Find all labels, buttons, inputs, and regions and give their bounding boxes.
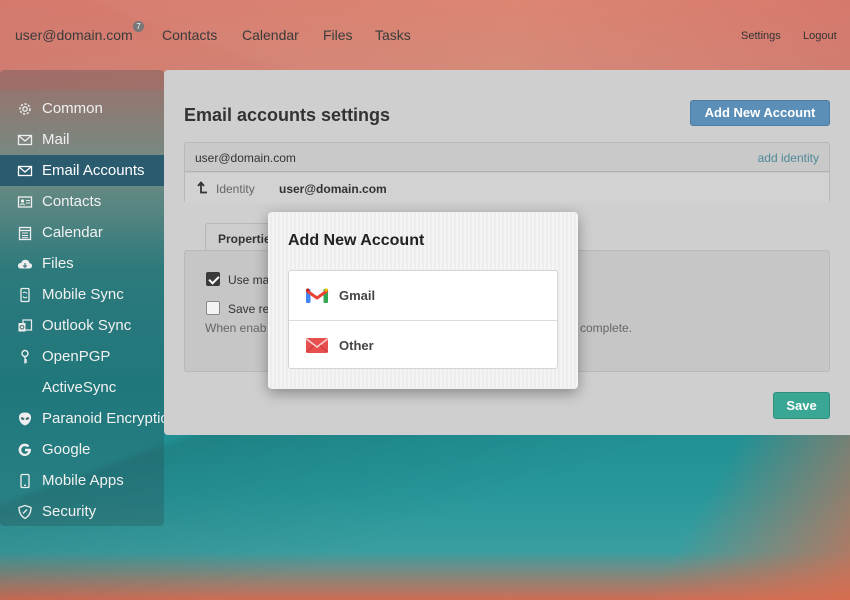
sidebar-item-label: Email Accounts xyxy=(42,162,145,179)
nav-tasks[interactable]: Tasks xyxy=(375,27,411,43)
identity-row[interactable]: Identity user@domain.com xyxy=(185,173,829,203)
sidebar-item-email-accounts[interactable]: Email Accounts xyxy=(0,155,164,186)
gmail-icon xyxy=(305,287,329,303)
save-button[interactable]: Save xyxy=(773,392,830,419)
other-option[interactable]: Other xyxy=(289,320,557,369)
settings-sidebar: Common Mail Email Accounts Contacts Cale… xyxy=(0,70,164,526)
sidebar-item-mobile-apps[interactable]: Mobile Apps xyxy=(0,465,164,496)
add-account-dialog: Add New Account Gmail Other xyxy=(268,212,578,389)
account-row[interactable]: user@domain.com add identity xyxy=(185,143,829,172)
google-icon xyxy=(17,442,33,458)
alien-icon xyxy=(17,411,33,427)
sidebar-item-label: Security xyxy=(42,503,97,520)
sidebar-item-openpgp[interactable]: OpenPGP xyxy=(0,341,164,372)
sidebar-item-mail[interactable]: Mail xyxy=(0,124,164,155)
nav-logout[interactable]: Logout xyxy=(803,30,837,42)
sidebar-item-label: Mobile Sync xyxy=(42,286,124,303)
envelope-red-icon xyxy=(306,338,328,353)
sidebar-item-label: Paranoid Encryption xyxy=(42,410,164,427)
mobile-sync-icon xyxy=(17,287,33,303)
sidebar-item-security[interactable]: Security xyxy=(0,496,164,527)
sidebar-item-label: Mail xyxy=(42,131,70,148)
calendar-icon xyxy=(17,225,33,241)
cloud-download-icon xyxy=(17,256,33,272)
add-identity-link[interactable]: add identity xyxy=(758,151,819,165)
nav-contacts[interactable]: Contacts xyxy=(162,27,217,43)
save-label: Save re xyxy=(228,302,270,316)
top-navigation: user@domain.com 7 Contacts Calendar File… xyxy=(0,0,850,70)
gear-icon xyxy=(17,101,33,117)
identity-value: user@domain.com xyxy=(279,182,387,196)
sidebar-item-contacts[interactable]: Contacts xyxy=(0,186,164,217)
sidebar-item-paranoid-encryption[interactable]: Paranoid Encryption xyxy=(0,403,164,434)
phone-icon xyxy=(17,473,33,489)
sidebar-item-label: ActiveSync xyxy=(42,379,117,396)
gmail-option[interactable]: Gmail xyxy=(289,271,557,320)
sidebar-item-outlook-sync[interactable]: Outlook Sync xyxy=(0,310,164,341)
outlook-sync-icon xyxy=(17,318,33,334)
contact-card-icon xyxy=(17,194,33,210)
sidebar-item-files[interactable]: Files xyxy=(0,248,164,279)
return-arrow-icon xyxy=(197,181,207,194)
sidebar-item-label: Mobile Apps xyxy=(42,472,124,489)
sidebar-item-label: Common xyxy=(42,100,103,117)
sidebar-item-label: Outlook Sync xyxy=(42,317,132,334)
nav-files[interactable]: Files xyxy=(323,27,353,43)
hint-text: When enab xyxy=(205,321,267,335)
use-mail-checkbox[interactable] xyxy=(206,272,220,286)
sidebar-item-common[interactable]: Common xyxy=(0,93,164,124)
hint-text-end: e complete. xyxy=(570,321,633,335)
sidebar-item-label: Files xyxy=(42,255,74,272)
identity-label: Identity xyxy=(216,182,255,196)
account-email: user@domain.com xyxy=(195,151,296,165)
gmail-label: Gmail xyxy=(339,288,376,303)
activesync-icon xyxy=(17,380,33,396)
sidebar-item-google[interactable]: Google xyxy=(0,434,164,465)
dialog-title: Add New Account xyxy=(288,232,425,249)
sidebar-item-activesync[interactable]: ActiveSync xyxy=(0,372,164,403)
sidebar-item-mobile-sync[interactable]: Mobile Sync xyxy=(0,279,164,310)
key-icon xyxy=(17,349,33,365)
page-title: Email accounts settings xyxy=(184,105,391,125)
sidebar-item-label: Calendar xyxy=(42,224,103,241)
sidebar-item-label: OpenPGP xyxy=(42,348,111,365)
accounts-list: user@domain.com add identity Identity us… xyxy=(184,142,830,203)
nav-calendar[interactable]: Calendar xyxy=(242,27,299,43)
notification-badge: 7 xyxy=(133,21,144,32)
nav-settings[interactable]: Settings xyxy=(741,30,781,42)
sidebar-item-calendar[interactable]: Calendar xyxy=(0,217,164,248)
envelope-icon xyxy=(17,132,33,148)
envelope-icon xyxy=(17,163,33,179)
sidebar-item-label: Google xyxy=(42,441,91,458)
shield-icon xyxy=(17,504,33,520)
account-type-list: Gmail Other xyxy=(288,270,558,369)
sidebar-item-label: Contacts xyxy=(42,193,102,210)
add-new-account-button[interactable]: Add New Account xyxy=(690,100,830,126)
save-checkbox[interactable] xyxy=(206,301,220,315)
other-label: Other xyxy=(339,337,374,353)
user-menu-link[interactable]: user@domain.com xyxy=(15,27,133,43)
